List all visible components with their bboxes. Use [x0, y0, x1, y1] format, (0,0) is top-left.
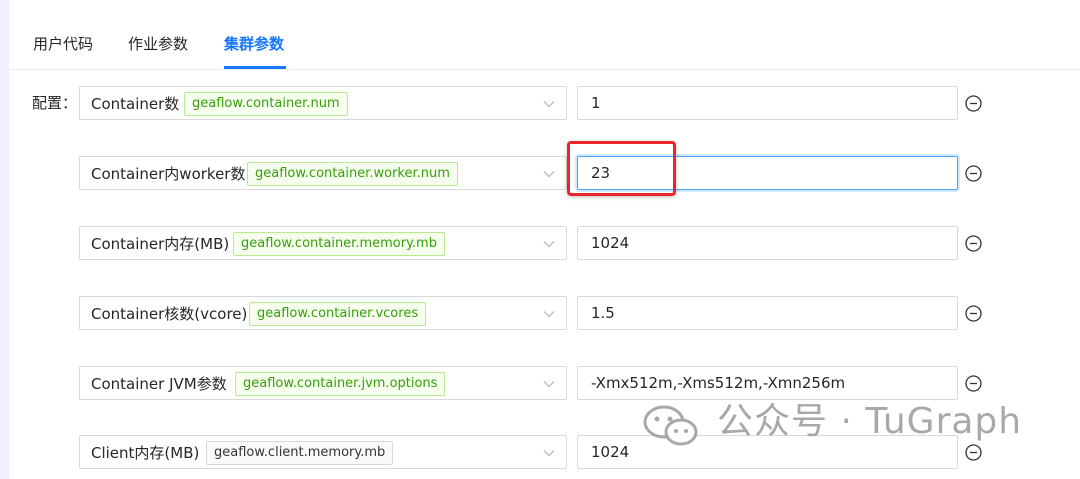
minus-circle-icon[interactable]	[965, 165, 982, 182]
param-select[interactable]: Container核数(vcore) geaflow.container.vco…	[79, 296, 567, 330]
wechat-icon	[643, 405, 698, 446]
param-name: Container内worker数	[91, 165, 246, 183]
chevron-down-icon	[543, 101, 555, 108]
param-value-input[interactable]	[577, 226, 958, 260]
param-value-input[interactable]	[577, 366, 958, 400]
chevron-down-icon	[543, 450, 555, 457]
minus-circle-icon[interactable]	[965, 375, 982, 392]
param-name: Container数	[91, 95, 180, 113]
param-key-tag: geaflow.client.memory.mb	[206, 441, 394, 465]
minus-circle-icon[interactable]	[965, 444, 982, 461]
param-select[interactable]: Container内worker数 geaflow.container.work…	[79, 156, 567, 190]
config-row: Container核数(vcore) geaflow.container.vco…	[0, 296, 1080, 332]
annotation-highlight-box	[567, 141, 676, 196]
config-row: Container JVM参数 geaflow.container.jvm.op…	[0, 366, 1080, 402]
param-name: Container JVM参数	[91, 375, 227, 393]
param-select[interactable]: Container数 geaflow.container.num	[79, 86, 567, 120]
config-row: Container内worker数 geaflow.container.work…	[0, 156, 1080, 192]
config-row: Container数 geaflow.container.num	[0, 86, 1080, 122]
chevron-down-icon	[543, 311, 555, 318]
chevron-down-icon	[543, 381, 555, 388]
param-key-tag: geaflow.container.memory.mb	[233, 232, 445, 256]
param-key-tag: geaflow.container.num	[184, 92, 348, 116]
minus-circle-icon[interactable]	[965, 95, 982, 112]
minus-circle-icon[interactable]	[965, 305, 982, 322]
tab-cluster-params[interactable]: 集群参数	[224, 34, 284, 54]
tab-user-code[interactable]: 用户代码	[33, 34, 93, 54]
param-name: Container核数(vcore)	[91, 305, 248, 323]
param-key-tag: geaflow.container.worker.num	[247, 162, 458, 186]
minus-circle-icon[interactable]	[965, 235, 982, 252]
chevron-down-icon	[543, 171, 555, 178]
tab-job-params[interactable]: 作业参数	[128, 34, 188, 54]
active-tab-indicator	[224, 66, 286, 69]
watermark-text: 公众号 · TuGraph	[717, 401, 1023, 442]
param-select[interactable]: Container JVM参数 geaflow.container.jvm.op…	[79, 366, 567, 400]
config-row: Container内存(MB) geaflow.container.memory…	[0, 226, 1080, 262]
chevron-down-icon	[543, 241, 555, 248]
param-value-input[interactable]	[577, 86, 958, 120]
param-select[interactable]: Container内存(MB) geaflow.container.memory…	[79, 226, 567, 260]
tab-bar: 用户代码 作业参数 集群参数	[9, 0, 1080, 70]
param-select[interactable]: Client内存(MB) geaflow.client.memory.mb	[79, 435, 567, 469]
param-value-input[interactable]	[577, 296, 958, 330]
param-name: Client内存(MB)	[91, 444, 200, 462]
param-key-tag: geaflow.container.jvm.options	[235, 372, 446, 396]
param-name: Container内存(MB)	[91, 235, 230, 253]
param-key-tag: geaflow.container.vcores	[249, 302, 427, 326]
